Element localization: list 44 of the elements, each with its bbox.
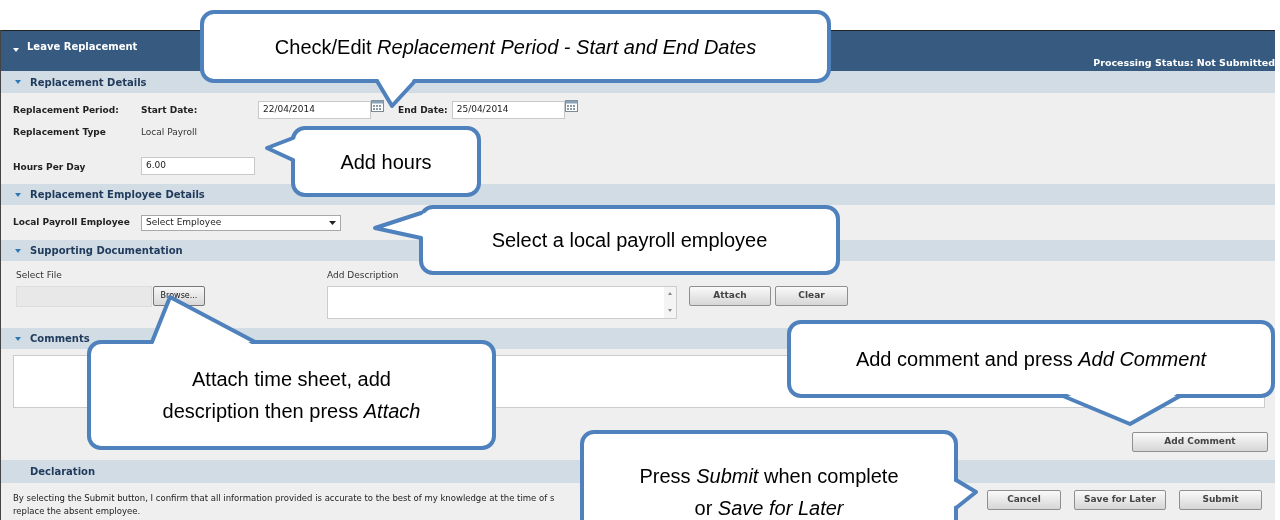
section-title: Supporting Documentation [30, 244, 183, 258]
callout-text: Press Submit when complete or Save for Later [638, 464, 900, 520]
expanded-arrow-icon[interactable] [14, 246, 22, 255]
field-label: Start Date: [141, 104, 199, 117]
field-label: Replacement Period: [12, 104, 120, 117]
form-button[interactable]: Save for Later [1074, 490, 1166, 510]
expanded-arrow-icon[interactable] [14, 334, 22, 343]
form-button[interactable]: Cancel [987, 490, 1061, 510]
section-title: Declaration [30, 465, 96, 479]
scrollbar-arrows-icon[interactable] [664, 286, 676, 318]
section-title: Comments [30, 332, 90, 346]
declaration-text: By selecting the Submit button, I confirm that all information provided is accurate to the best of my knowledge at the time of s [13, 492, 555, 505]
description-field[interactable] [327, 285, 677, 319]
callout-text: Select a local payroll employee [491, 228, 768, 253]
form-button[interactable]: Attach [689, 285, 771, 306]
declaration-text: replace the absent employee. [13, 505, 142, 518]
expanded-arrow-icon[interactable] [14, 78, 22, 86]
field-label: Hours Per Day [12, 161, 87, 175]
callout-text: Check/Edit Replacement Period - Start and End Dates [274, 34, 757, 60]
field-value: Local Payroll [141, 126, 198, 140]
field-label: Add Description [327, 269, 400, 282]
field-label: Select File [16, 269, 63, 282]
expanded-arrow-icon[interactable] [14, 190, 22, 199]
caret-icon[interactable] [13, 48, 19, 53]
callout-text: Add comment and press Add Comment [855, 347, 1207, 372]
section-title: Replacement Details [30, 75, 147, 90]
start-date-field[interactable]: 22/04/2014 [258, 101, 371, 119]
form-button[interactable]: Submit [1179, 490, 1262, 510]
page-title: Leave Replacement [27, 40, 138, 54]
form-button[interactable]: Clear [775, 285, 848, 306]
field-label: End Date: [398, 104, 448, 117]
hours-field[interactable]: 6.00 [141, 157, 255, 175]
field-label: Local Payroll Employee [12, 215, 131, 229]
calendar-icon[interactable] [371, 100, 384, 112]
processing-status: Processing Status: Not Submitted [1093, 55, 1275, 70]
field-label: Replacement Type [12, 126, 107, 140]
callout-text: Attach time sheet, add description then press Attach [161, 367, 422, 424]
calendar-icon[interactable] [564, 100, 578, 112]
callout-text: Add hours [340, 149, 432, 175]
section-title: Replacement Employee Details [30, 188, 205, 202]
dropdown-caret-icon [329, 220, 336, 225]
form-button[interactable]: Add Comment [1132, 432, 1268, 452]
employee-select[interactable]: Select Employee [141, 214, 341, 231]
end-date-field[interactable]: 25/04/2014 [451, 101, 565, 119]
